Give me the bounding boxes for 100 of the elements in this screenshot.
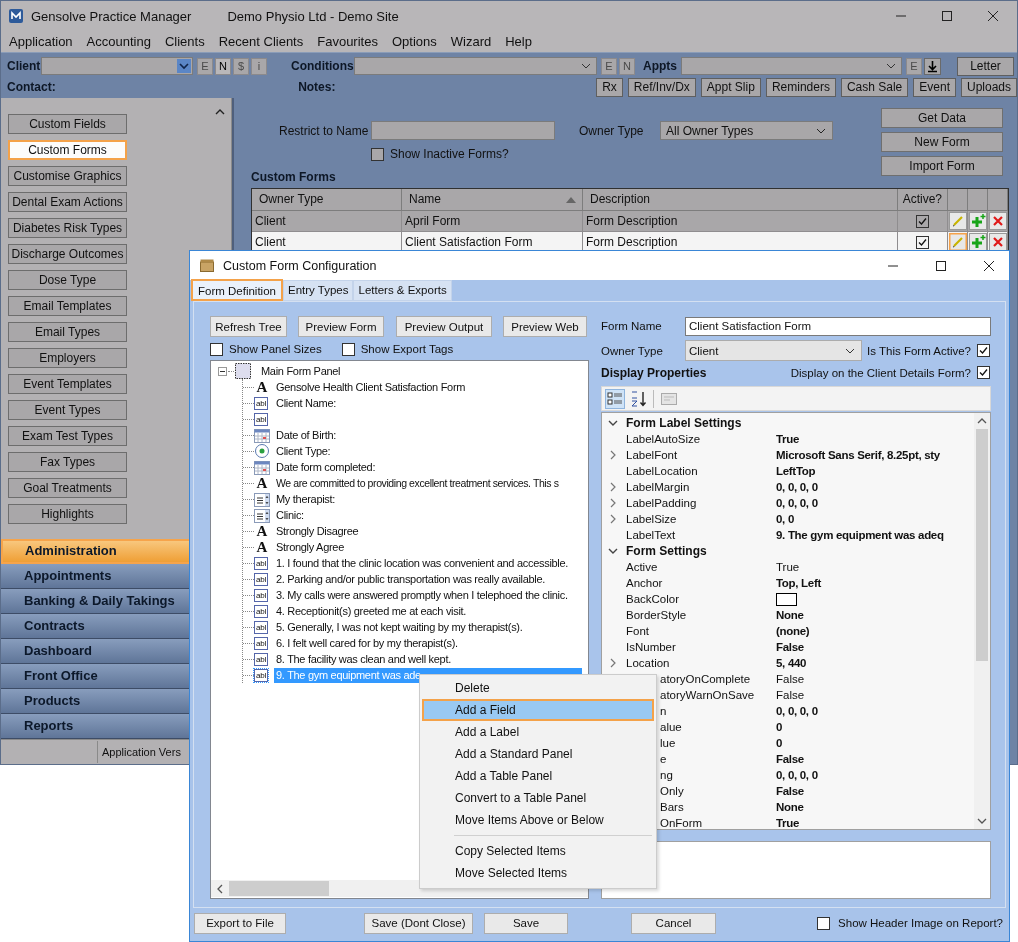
property-name[interactable]: Anchor bbox=[626, 577, 663, 590]
tree-button[interactable]: Preview Web bbox=[503, 316, 587, 337]
property-value[interactable]: 5, 440 bbox=[776, 657, 807, 670]
tree-item[interactable]: My therapist: bbox=[274, 491, 338, 507]
scrollbar-thumb[interactable] bbox=[976, 429, 988, 662]
property-name[interactable]: ng bbox=[660, 769, 673, 782]
menu-item[interactable]: Add a Standard Panel bbox=[422, 743, 654, 765]
toolbar-button[interactable]: Ref/Inv/Dx bbox=[627, 77, 696, 97]
menu-item[interactable]: Clients bbox=[157, 34, 212, 49]
tree-item[interactable]: 8. The facility was clean and well kept. bbox=[274, 651, 453, 667]
toolbar-button[interactable]: Uploads bbox=[960, 77, 1017, 97]
property-value[interactable]: False bbox=[776, 753, 804, 766]
tree-item[interactable]: 2. Parking and/or public transportation was really available. bbox=[274, 571, 548, 587]
category-header[interactable]: Form Settings bbox=[626, 544, 707, 559]
tree-button[interactable]: Refresh Tree bbox=[210, 316, 287, 337]
menu-item[interactable]: Add a Label bbox=[422, 721, 654, 743]
action-button[interactable]: Get Data bbox=[881, 108, 1003, 128]
scroll-up-icon[interactable] bbox=[215, 108, 225, 115]
close-icon[interactable] bbox=[987, 10, 999, 22]
tree-item[interactable]: Main Form Panel bbox=[259, 363, 343, 379]
toolbar-button[interactable]: Event bbox=[913, 77, 956, 97]
sidebar-item[interactable]: Dose Type bbox=[8, 270, 127, 290]
menu-item[interactable]: Move Items Above or Below bbox=[422, 809, 654, 831]
property-value[interactable]: 0, 0, 0, 0 bbox=[776, 481, 818, 494]
checkbox[interactable] bbox=[977, 344, 990, 358]
menu-item[interactable]: Favourites bbox=[310, 34, 385, 49]
property-name[interactable]: IsNumber bbox=[626, 641, 676, 654]
sidebar-item[interactable]: Custom Forms bbox=[8, 140, 127, 160]
collapse-icon[interactable] bbox=[218, 366, 227, 376]
maximize-icon[interactable] bbox=[941, 10, 953, 22]
sidebar-item[interactable]: Fax Types bbox=[8, 452, 127, 472]
sidebar-item[interactable]: Exam Test Types bbox=[8, 426, 127, 446]
property-value[interactable]: LeftTop bbox=[776, 465, 816, 478]
categorized-icon[interactable] bbox=[605, 388, 625, 409]
scroll-left-icon[interactable] bbox=[216, 883, 224, 894]
tree-item[interactable]: Strongly Disagree bbox=[274, 523, 361, 539]
property-name[interactable]: LabelFont bbox=[626, 449, 678, 462]
letter-button[interactable]: Letter bbox=[957, 56, 1014, 76]
menu-item[interactable]: Help bbox=[498, 34, 539, 49]
property-value[interactable]: True bbox=[776, 433, 800, 446]
property-value[interactable]: None bbox=[776, 609, 804, 622]
action-button[interactable]: Import Form bbox=[881, 156, 1003, 176]
property-value[interactable]: 0, 0, 0, 0 bbox=[776, 497, 818, 510]
checkbox[interactable] bbox=[817, 916, 831, 930]
property-value[interactable]: 0, 0, 0, 0 bbox=[776, 769, 818, 782]
property-name[interactable]: LabelLocation bbox=[626, 465, 698, 478]
sidebar-item[interactable]: Event Types bbox=[8, 400, 127, 420]
property-name[interactable]: LabelText bbox=[626, 529, 676, 542]
sidebar-item[interactable]: Event Templates bbox=[8, 374, 127, 394]
property-value[interactable]: 9. The gym equipment was adeq bbox=[776, 529, 944, 542]
property-name[interactable]: atoryWarnOnSave bbox=[660, 689, 755, 702]
property-name[interactable]: LabelPadding bbox=[626, 497, 697, 510]
sidebar-item[interactable]: Goal Treatments bbox=[8, 478, 127, 498]
sidebar-item[interactable]: Customise Graphics bbox=[8, 166, 127, 186]
scroll-up-icon[interactable] bbox=[977, 417, 987, 426]
tree-item[interactable]: Date form completed: bbox=[274, 459, 378, 475]
property-value[interactable]: Top, Left bbox=[776, 577, 821, 590]
menu-item[interactable]: Add a Field bbox=[422, 699, 654, 721]
property-value[interactable]: 0, 0, 0, 0 bbox=[776, 705, 818, 718]
close-icon[interactable] bbox=[983, 259, 995, 272]
pencil-icon[interactable] bbox=[948, 233, 967, 251]
property-name[interactable]: Location bbox=[626, 657, 670, 670]
maximize-icon[interactable] bbox=[935, 259, 947, 272]
property-name[interactable]: alue bbox=[660, 721, 682, 734]
property-name[interactable]: e bbox=[660, 753, 667, 766]
property-value[interactable]: False bbox=[776, 673, 805, 686]
tree-item[interactable]: We are committed to providing excellent treatment services. This s bbox=[274, 475, 561, 491]
property-name[interactable]: OnForm bbox=[660, 817, 703, 830]
add-icon[interactable] bbox=[968, 233, 987, 251]
expand-chevron-icon[interactable] bbox=[608, 658, 618, 669]
property-name[interactable]: lue bbox=[660, 737, 676, 750]
checkbox[interactable] bbox=[977, 366, 990, 380]
category-header[interactable]: Form Label Settings bbox=[626, 416, 742, 431]
menu-item[interactable]: Convert to a Table Panel bbox=[422, 787, 654, 809]
tab[interactable]: Letters & Exports bbox=[353, 280, 452, 301]
tree-button[interactable]: Preview Form bbox=[298, 316, 384, 337]
property-value[interactable]: 0 bbox=[776, 721, 783, 734]
sidebar-item[interactable]: Employers bbox=[8, 348, 127, 368]
tree-item[interactable]: 5. Generally, I was not kept waiting by my therapist(s). bbox=[274, 619, 525, 635]
tab[interactable]: Entry Types bbox=[282, 280, 354, 301]
property-name[interactable]: LabelSize bbox=[626, 513, 677, 526]
tree-button[interactable]: Preview Output bbox=[396, 316, 492, 337]
expand-chevron-icon[interactable] bbox=[608, 514, 618, 525]
checkbox[interactable] bbox=[916, 214, 929, 228]
checkbox[interactable] bbox=[371, 147, 384, 161]
footer-button[interactable]: Save (Dont Close) bbox=[364, 912, 473, 934]
property-value[interactable]: None bbox=[776, 801, 804, 814]
scroll-down-icon[interactable] bbox=[977, 817, 987, 826]
menu-item[interactable]: Options bbox=[384, 34, 444, 49]
toolbar-button[interactable]: Cash Sale bbox=[840, 77, 909, 97]
expand-chevron-icon[interactable] bbox=[608, 498, 618, 509]
checkbox[interactable] bbox=[341, 342, 355, 356]
property-value[interactable]: Microsoft Sans Serif, 8.25pt, sty bbox=[776, 449, 940, 462]
menu-item[interactable]: Recent Clients bbox=[211, 34, 311, 49]
menu-item[interactable]: Move Selected Items bbox=[422, 862, 654, 884]
add-icon[interactable] bbox=[968, 212, 987, 230]
name-filter-field[interactable] bbox=[371, 121, 555, 140]
property-value[interactable]: 0 bbox=[776, 737, 783, 750]
tab[interactable]: Form Definition bbox=[191, 279, 283, 301]
footer-button[interactable]: Save bbox=[484, 912, 568, 934]
